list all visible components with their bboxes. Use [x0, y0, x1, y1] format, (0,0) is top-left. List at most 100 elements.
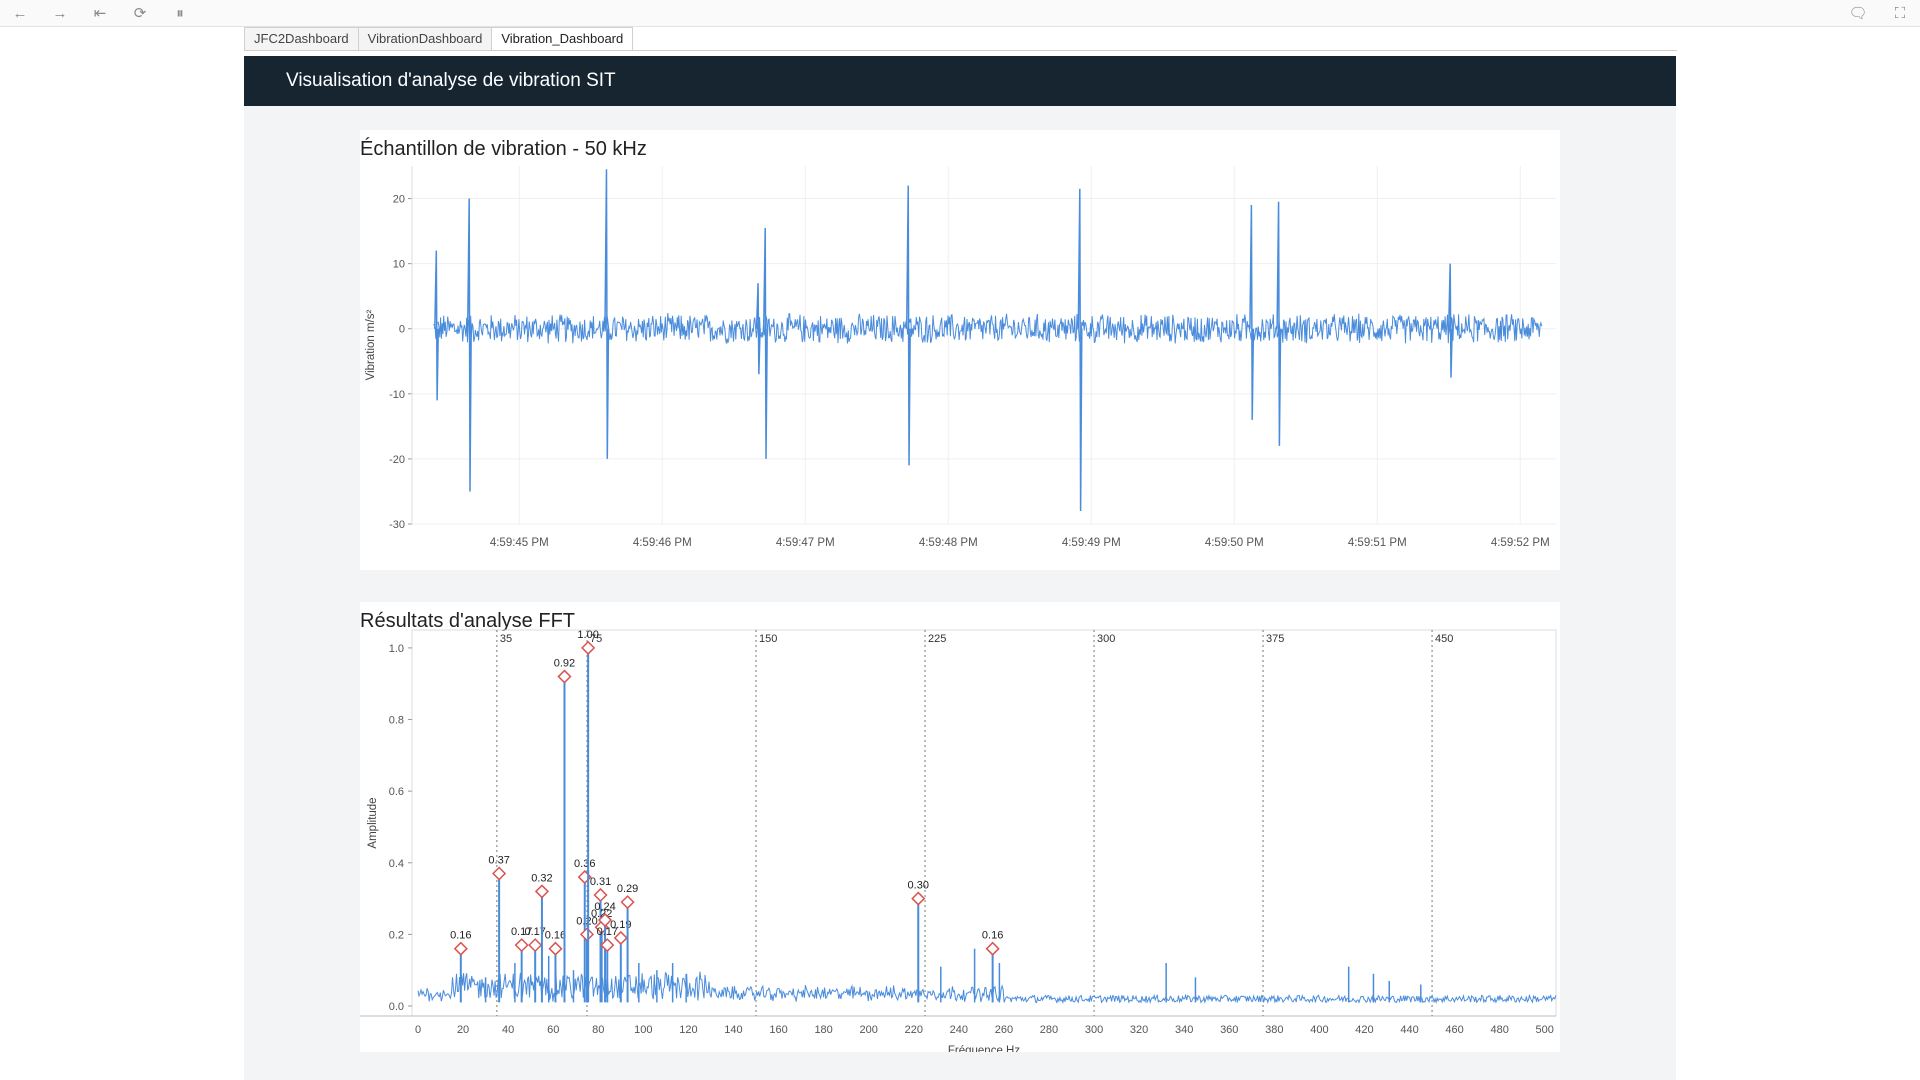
- fft-peak-marker: [911, 891, 926, 906]
- x-tick-label: 160: [769, 1024, 787, 1036]
- x-tick-label: 60: [547, 1024, 559, 1036]
- forward-icon[interactable]: →: [48, 2, 72, 24]
- y-tick-label: 0.8: [389, 715, 404, 727]
- vibration-spike: [1276, 201, 1282, 446]
- x-tick-label: 4:59:45 PM: [490, 537, 549, 549]
- x-tick-label: 300: [1085, 1024, 1103, 1036]
- fft-peak-label: 0.16: [982, 930, 1003, 942]
- x-tick-label: 280: [1040, 1024, 1058, 1036]
- fft-peak-label: 1.00: [577, 629, 598, 641]
- fft-panel: Résultats d'analyse FFT 0.0 0.2 0.4 0.6 0.8 1…: [360, 602, 1560, 1052]
- fft-peak-label: 0.29: [617, 883, 638, 895]
- first-page-icon[interactable]: ⇤: [88, 2, 112, 24]
- fullscreen-icon[interactable]: ⛶: [1888, 2, 1912, 24]
- x-tick-label: 500: [1536, 1024, 1554, 1036]
- x-tick-label: 220: [905, 1024, 923, 1036]
- x-tick-label: 20: [457, 1024, 469, 1036]
- y-tick-label: -20: [389, 454, 405, 466]
- fft-peak-marker: [600, 938, 615, 953]
- y-tick-label: 10: [393, 259, 405, 271]
- y-tick-label: 0.0: [389, 1001, 404, 1013]
- fft-peak-label: 0.32: [531, 872, 552, 884]
- vibration-chart[interactable]: 20 10 0 -10 -20 -30 4:59:45 PM 4:59:46 PM 4:59:4…: [360, 130, 1560, 570]
- y-axis-label: Vibration m/s²: [365, 309, 377, 380]
- vibration-panel: Échantillon de vibration - 50 kHz 20 10 0-…: [360, 130, 1560, 570]
- fft-peak-marker: [528, 938, 543, 953]
- x-tick-label: 4:59:47 PM: [776, 537, 835, 549]
- x-tick-label: 180: [814, 1024, 832, 1036]
- x-tick-label: 0: [415, 1024, 421, 1036]
- vibration-spike: [762, 227, 768, 459]
- y-tick-label: 1.0: [389, 643, 404, 655]
- reference-line-label: 225: [928, 633, 946, 645]
- y-tick-label: -30: [389, 519, 405, 531]
- refresh-icon[interactable]: ⟳: [128, 2, 152, 24]
- toolbar: ← → ⇤ ⟳ ⏸ 🗨 ⛶: [0, 0, 1920, 27]
- dashboard-header: Visualisation d'analyse de vibration SIT: [244, 56, 1676, 106]
- x-tick-label: 320: [1130, 1024, 1148, 1036]
- vibration-spike: [755, 283, 761, 375]
- y-tick-label: 0.2: [389, 929, 404, 941]
- x-tick-label: 140: [724, 1024, 742, 1036]
- tab-jfc2dashboard[interactable]: JFC2Dashboard: [244, 27, 359, 50]
- x-tick-label: 4:59:50 PM: [1205, 537, 1264, 549]
- y-axis-label: Amplitude: [367, 797, 379, 848]
- fft-peak-marker: [579, 927, 595, 942]
- y-tick-label: 20: [393, 194, 405, 206]
- x-tick-label: 380: [1265, 1024, 1283, 1036]
- vibration-spike: [466, 198, 472, 492]
- reference-line-label: 450: [1435, 633, 1453, 645]
- fft-chart[interactable]: 0.00.20.40.60.81.00 20 40 60 80 100 120 140 160 1…: [360, 602, 1560, 1052]
- reference-line-label: 35: [500, 633, 512, 645]
- x-tick-label: 240: [950, 1024, 968, 1036]
- pause-icon[interactable]: ⏸: [168, 2, 192, 24]
- y-tick-label: 0: [399, 324, 405, 336]
- fft-peak-marker: [985, 941, 1000, 956]
- x-tick-label: 120: [679, 1024, 697, 1036]
- fft-peak-marker: [620, 895, 635, 910]
- tab-vibration-dashboard[interactable]: Vibration_Dashboard: [491, 27, 634, 50]
- x-tick-label: 100: [634, 1024, 652, 1036]
- dashboard-content: Échantillon de vibration - 50 kHz 20 10 0-…: [244, 106, 1676, 1080]
- reference-line-label: 300: [1097, 633, 1115, 645]
- fft-peak-marker: [453, 941, 468, 956]
- x-tick-label: 340: [1175, 1024, 1193, 1036]
- x-tick-label: 460: [1445, 1024, 1463, 1036]
- tab-vibrationdashboard[interactable]: VibrationDashboard: [357, 27, 493, 50]
- x-tick-label: 4:59:46 PM: [633, 537, 692, 549]
- fft-peak-marker: [548, 941, 563, 956]
- fft-peak-label: 0.30: [908, 880, 929, 892]
- x-tick-label: 400: [1310, 1024, 1328, 1036]
- fft-peak-label: 0.36: [574, 858, 595, 870]
- dashboard-title: Visualisation d'analyse de vibration SIT: [286, 70, 616, 91]
- fft-peak-marker: [593, 887, 608, 903]
- x-tick-label: 4:59:49 PM: [1062, 537, 1121, 549]
- tab-bar: JFC2Dashboard VibrationDashboard Vibration…: [244, 27, 634, 51]
- fft-peak-marker: [557, 669, 572, 684]
- x-tick-label: 4:59:48 PM: [919, 537, 978, 549]
- x-tick-label: 440: [1400, 1024, 1418, 1036]
- fft-peak-label: 0.92: [554, 658, 575, 670]
- x-tick-label: 480: [1490, 1024, 1508, 1036]
- x-axis-label: Fréquence Hz: [948, 1045, 1020, 1052]
- x-tick-label: 4:59:52 PM: [1491, 537, 1550, 549]
- x-tick-label: 4:59:51 PM: [1348, 537, 1407, 549]
- fft-peak-marker: [534, 884, 550, 899]
- x-tick-label: 420: [1355, 1024, 1373, 1036]
- vibration-spike: [1249, 205, 1255, 420]
- vibration-spike: [905, 185, 911, 466]
- back-icon[interactable]: ←: [8, 2, 32, 24]
- x-tick-label: 200: [860, 1024, 878, 1036]
- reference-line-label: 375: [1266, 633, 1284, 645]
- vibration-spike: [1077, 188, 1083, 511]
- fft-peak-marker: [514, 938, 529, 953]
- y-tick-label: 0.4: [389, 858, 404, 870]
- tab-divider: [244, 50, 1677, 51]
- comment-icon[interactable]: 🗨: [1846, 2, 1870, 24]
- x-tick-label: 40: [502, 1024, 514, 1036]
- fft-peak-label: 0.16: [545, 930, 566, 942]
- x-tick-label: 360: [1220, 1024, 1238, 1036]
- plot-frame: [411, 629, 1557, 1017]
- fft-peak-label: 0.24: [594, 901, 615, 913]
- reference-line-label: 150: [759, 633, 777, 645]
